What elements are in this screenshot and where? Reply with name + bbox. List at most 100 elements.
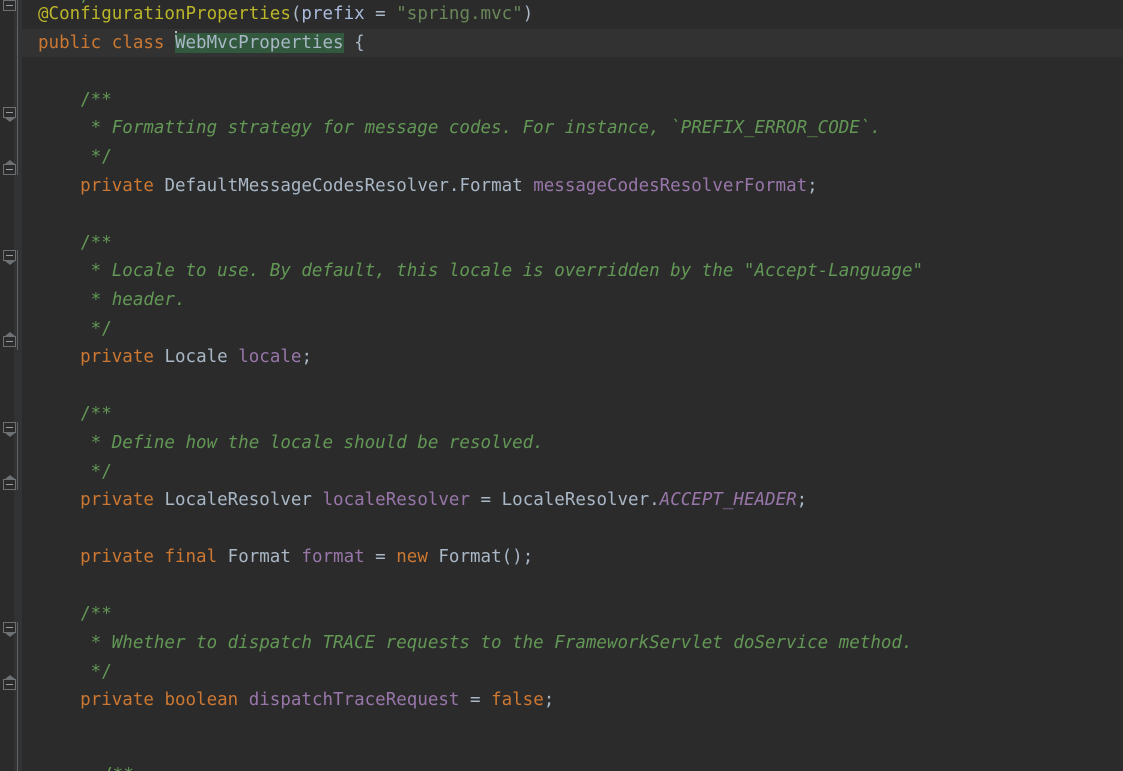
code-token: private final xyxy=(80,547,218,568)
code-token: prefix xyxy=(301,4,365,24)
fold-tail-arrow-icon xyxy=(5,633,15,637)
comment-token: */ xyxy=(60,0,92,6)
fold-minus-icon xyxy=(3,479,16,490)
code-token: { xyxy=(343,32,365,53)
code-line[interactable]: * Formatting strategy for message codes.… xyxy=(22,114,1123,143)
code-token: ( xyxy=(290,4,302,24)
code-line[interactable]: /** xyxy=(22,86,1123,115)
code-token: (); xyxy=(501,547,534,568)
code-token: = xyxy=(364,4,397,24)
code-line[interactable]: */ xyxy=(22,658,1123,687)
code-lines-list: @ConfigurationProperties(prefix = "sprin… xyxy=(22,0,1123,743)
code-token: Format xyxy=(427,547,502,568)
fold-roof-arrow-icon xyxy=(5,675,15,679)
code-token: false xyxy=(491,690,544,711)
fold-end-marker-icon[interactable] xyxy=(3,675,18,694)
code-token: public class xyxy=(38,32,175,53)
code-line[interactable] xyxy=(22,715,1123,744)
code-token: DefaultMessageCodesResolver.Format xyxy=(153,175,534,196)
fold-end-marker-icon[interactable] xyxy=(3,475,18,494)
fold-end-marker-icon[interactable] xyxy=(3,332,18,351)
fold-end-marker-icon[interactable] xyxy=(3,0,18,15)
clipped-comment-open-line: /** xyxy=(44,763,134,771)
code-line[interactable]: private boolean dispatchTraceRequest = f… xyxy=(22,686,1123,715)
fold-tail-arrow-icon xyxy=(5,433,15,437)
code-token: "spring.mvc" xyxy=(396,4,523,24)
fold-minus-icon xyxy=(3,164,16,175)
fold-minus-icon xyxy=(3,422,16,433)
code-line[interactable]: private Locale locale; xyxy=(22,343,1123,372)
fold-minus-icon xyxy=(3,679,16,690)
code-token: private xyxy=(80,175,154,196)
code-token: /** xyxy=(38,232,112,253)
fold-start-marker-icon[interactable] xyxy=(3,107,18,122)
code-token: ; xyxy=(796,490,808,511)
code-token: * Formatting strategy for message codes.… xyxy=(38,118,881,139)
code-token: ; xyxy=(807,175,818,196)
code-line[interactable]: */ xyxy=(22,143,1123,172)
code-token: private xyxy=(80,347,154,368)
code-line[interactable]: */ xyxy=(22,458,1123,487)
fold-start-marker-icon[interactable] xyxy=(3,250,18,265)
editor-gutter xyxy=(0,0,22,771)
fold-rail-line xyxy=(17,250,18,350)
code-token: Locale xyxy=(153,347,239,368)
code-line[interactable] xyxy=(22,515,1123,544)
fold-start-marker-icon[interactable] xyxy=(3,622,18,637)
code-token: ; xyxy=(301,347,312,368)
code-line[interactable]: /** xyxy=(22,400,1123,429)
fold-roof-arrow-icon xyxy=(5,332,15,336)
code-token: messageCodesResolverFormat xyxy=(533,175,808,196)
fold-end-marker-icon[interactable] xyxy=(3,160,18,179)
code-line[interactable]: /** xyxy=(22,229,1123,258)
code-line-current[interactable]: public class WebMvcProperties { xyxy=(22,28,1123,58)
code-line[interactable]: private final Format format = new Format… xyxy=(22,543,1123,572)
code-token: localeResolver xyxy=(322,490,471,511)
code-line[interactable] xyxy=(22,572,1123,601)
clipped-comment-close-line: */ xyxy=(44,0,92,6)
code-line[interactable] xyxy=(22,57,1123,86)
fold-rail-line xyxy=(17,0,18,175)
code-line[interactable]: * Define how the locale should be resolv… xyxy=(22,429,1123,458)
code-token: /** xyxy=(38,89,112,110)
code-line[interactable]: @ConfigurationProperties(prefix = "sprin… xyxy=(22,0,1123,29)
code-token: /** xyxy=(38,404,112,425)
code-token: * header. xyxy=(38,289,186,310)
code-line[interactable]: private DefaultMessageCodesResolver.Form… xyxy=(22,172,1123,201)
code-token: /** xyxy=(38,604,112,625)
code-line[interactable]: /** xyxy=(22,600,1123,629)
fold-minus-icon xyxy=(3,622,16,633)
code-token: ; xyxy=(543,690,555,711)
fold-rail-line xyxy=(17,690,18,771)
code-token: ) xyxy=(522,4,534,24)
code-editor-window: */ @ConfigurationProperties(prefix = "sp… xyxy=(0,0,1123,771)
code-token: locale xyxy=(238,347,302,368)
code-token: = xyxy=(459,690,492,711)
code-token: ACCEPT_HEADER xyxy=(659,490,797,511)
code-line[interactable]: private LocaleResolver localeResolver = … xyxy=(22,486,1123,515)
code-line[interactable]: * Whether to dispatch TRACE requests to … xyxy=(22,629,1123,658)
code-token: new xyxy=(396,547,428,568)
comment-token: /** xyxy=(60,765,134,771)
code-token: LocaleResolver xyxy=(153,490,323,511)
code-token: * Locale to use. By default, this locale… xyxy=(38,261,924,282)
code-token: WebMvcProperties xyxy=(174,32,344,53)
code-token: */ xyxy=(38,661,112,682)
fold-minus-icon xyxy=(3,107,16,118)
code-line[interactable] xyxy=(22,200,1123,229)
code-content-area[interactable]: */ @ConfigurationProperties(prefix = "sp… xyxy=(22,0,1123,771)
code-line[interactable]: * Locale to use. By default, this locale… xyxy=(22,257,1123,286)
fold-start-marker-icon[interactable] xyxy=(3,422,18,437)
code-token: private boolean xyxy=(80,690,239,711)
code-token: format xyxy=(301,547,365,568)
code-token: */ xyxy=(38,318,112,339)
code-line[interactable]: */ xyxy=(22,315,1123,344)
code-token: dispatchTraceRequest xyxy=(238,690,460,711)
code-line[interactable]: * header. xyxy=(22,286,1123,315)
fold-minus-icon xyxy=(3,250,16,261)
code-line[interactable] xyxy=(22,372,1123,401)
